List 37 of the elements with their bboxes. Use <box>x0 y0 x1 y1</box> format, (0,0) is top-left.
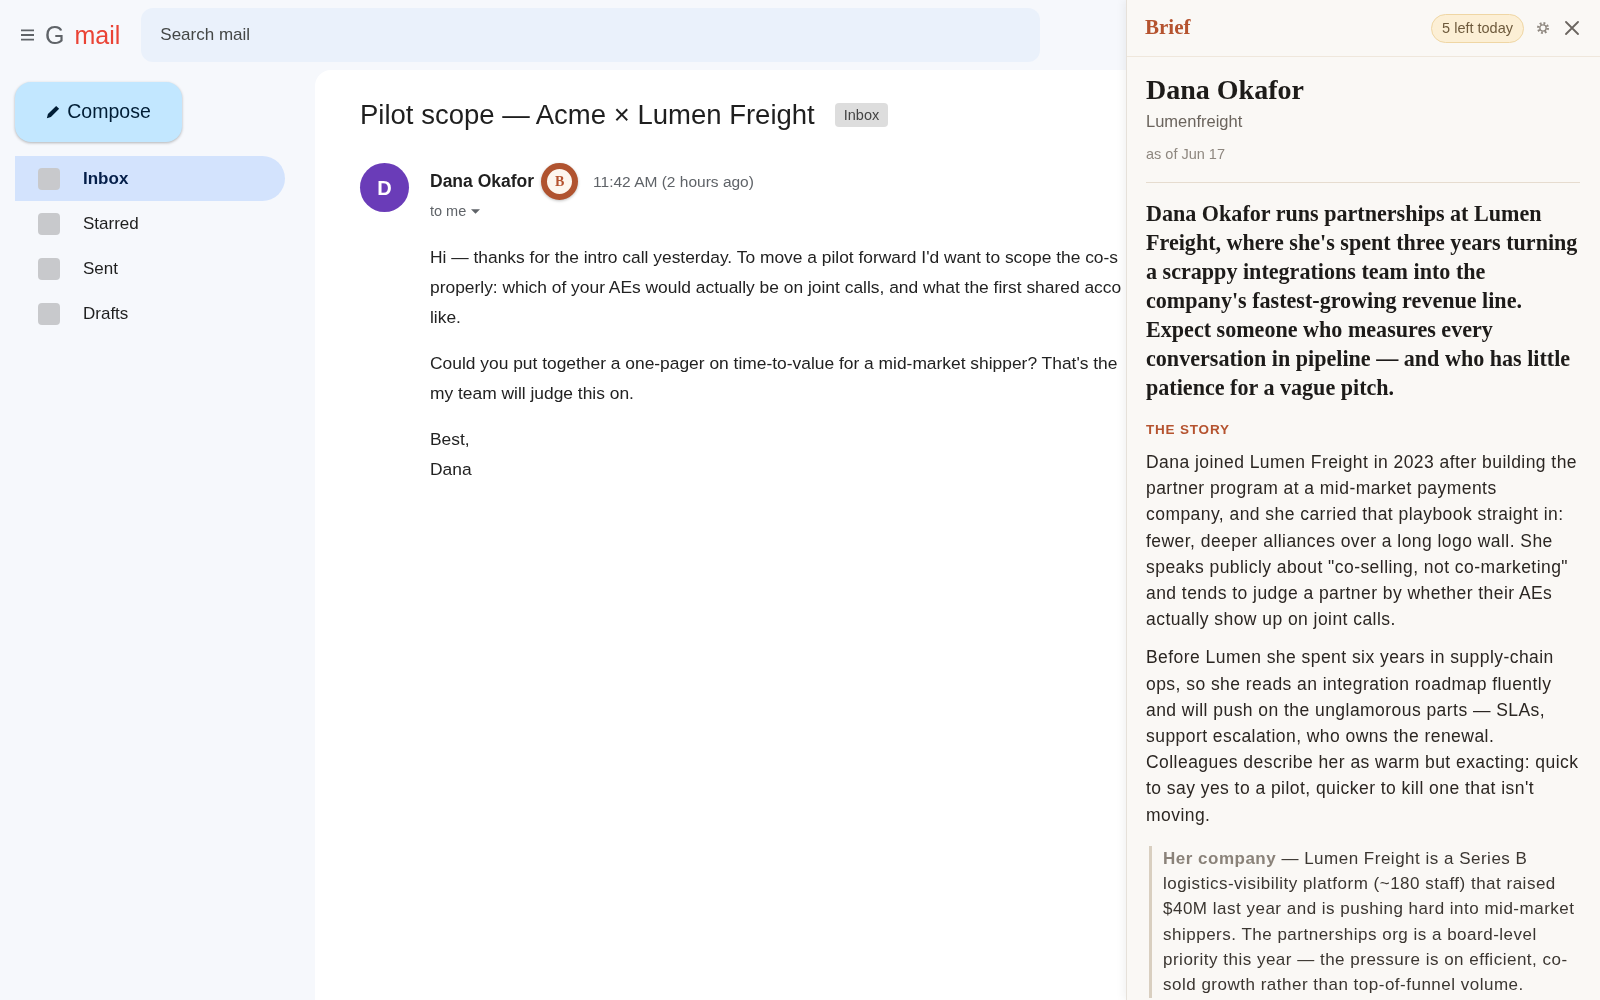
compose-button[interactable]: Compose <box>15 82 182 142</box>
close-icon[interactable] <box>1565 21 1579 35</box>
recipient-toggle[interactable]: to me <box>430 202 481 220</box>
section-heading: THE STORY <box>1146 421 1231 439</box>
quota-pill: 5 left today <box>1431 13 1524 43</box>
logo-text: mail <box>74 22 121 48</box>
as-of-date: as of Jun 17 <box>1146 145 1226 164</box>
email-paragraph: Hi — thanks for the intro call yesterday. To move a pilot forward I'd want to scope the co-s properly: which of your AEs would actually be on joint calls, and what the first shared acco like. <box>430 246 1122 329</box>
story-paragraph: Before Lumen she spent six years in supply-chain ops, so she reads an integration roadmap fluently and will push on the unglamorous parts — SLAs, support escalation, who owns the renewal. Colleagues describe her as warm but exacting: quick to say yes to a pilot, quicker to kill one that isn't moving. <box>1146 646 1580 827</box>
story-paragraph: Dana joined Lumen Freight in 2023 after building the partner program at a mid-market payments company, and she carried that playbook straight in: fewer, deeper alliances over a long logo wall. She speaks publicly about "co-selling, not co-marketing" and tends to judge a partner by whether their AEs actually show up on joint calls. <box>1146 451 1579 632</box>
menu-icon[interactable] <box>21 29 34 41</box>
person-name: Dana Okafor <box>1146 73 1305 107</box>
panel-title: Brief <box>1145 14 1191 42</box>
sidebar-item[interactable]: Drafts <box>15 291 285 336</box>
email-paragraph: Best, Dana <box>430 428 472 481</box>
search-field[interactable]: Search mail <box>141 8 1041 62</box>
sidebar-item[interactable]: Starred <box>15 201 285 246</box>
sidebar-item[interactable]: Inbox <box>15 156 285 201</box>
label-tag[interactable]: Inbox <box>834 103 889 127</box>
square-icon <box>38 167 60 190</box>
sent-time: 11:42 AM (2 hours ago) <box>593 171 754 192</box>
square-icon <box>38 302 60 325</box>
pencil-icon <box>46 105 61 119</box>
logo-text: G <box>45 22 65 48</box>
square-icon <box>38 257 60 280</box>
caret-icon <box>471 208 481 214</box>
company-note: Her company — Lumen Freight is a Series B logistics-visibility platform (~180 staff) that raised $40M last year and is pushing hard into mid-market shippers. The partnerships org is a board-level priority this year — the pressure is on efficient, co-sold growth rather than top-of-funnel volume. <box>1163 847 1576 997</box>
extension-button[interactable]: B <box>541 163 579 200</box>
summary-paragraph: Dana Okafor runs partnerships at Lumen Freight, where she's spent three years turning a scrappy integrations team into the company's fastest-growing revenue line. Expect someone who measures every conversation in pipeline — and who has little patience for a vague pitch. <box>1146 200 1579 402</box>
settings-icon[interactable] <box>1537 22 1549 34</box>
sender-name: Dana Okafor <box>430 170 535 194</box>
person-company: Lumenfreight <box>1146 111 1244 132</box>
email-subject: Pilot scope — Acme × Lumen Freight <box>360 98 815 132</box>
email-paragraph: Could you put together a one-pager on time-to-value for a mid-market shipper? That's the my team will judge this on. <box>430 352 1118 405</box>
sidebar-item[interactable]: Sent <box>15 246 285 291</box>
sender-avatar: D <box>360 163 409 212</box>
square-icon <box>38 212 60 235</box>
